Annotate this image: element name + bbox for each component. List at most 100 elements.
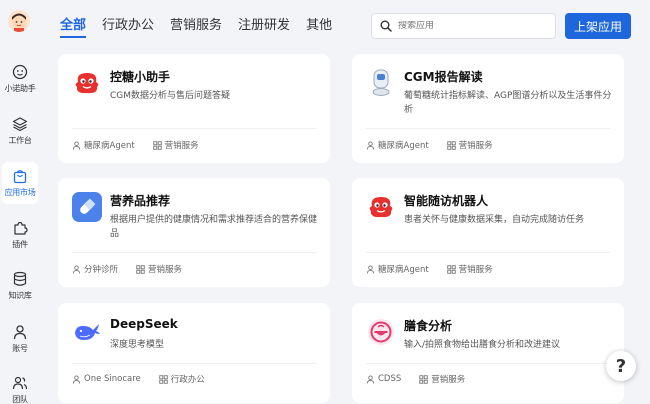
diet-bowl-icon: [368, 319, 394, 345]
whale-icon: [75, 324, 100, 340]
app-card[interactable]: 营养品推荐 根据用户提供的健康情况和需求推荐适合的营养保健品 分钟诊所 营销服务: [58, 178, 330, 287]
card-divider: [72, 128, 316, 129]
tab-marketing[interactable]: 营销服务: [170, 16, 222, 38]
tab-admin[interactable]: 行政办公: [102, 16, 154, 38]
grid-icon: [159, 374, 168, 384]
sidebar-item-label: 团队: [12, 395, 28, 404]
tag-label: CDSS: [378, 374, 402, 384]
search-input[interactable]: [398, 21, 548, 31]
app-description: CGM数据分析与售后问题答疑: [110, 91, 231, 101]
grid-icon: [419, 374, 429, 384]
grid-icon: [446, 264, 456, 274]
tab-other[interactable]: 其他: [306, 16, 332, 38]
sidebar-item-knowledge[interactable]: 知识库: [0, 271, 40, 301]
puzzle-icon: [14, 221, 28, 235]
help-button[interactable]: ?: [606, 351, 636, 381]
category-tag: 行政办公: [159, 373, 205, 385]
grid-icon: [446, 140, 456, 150]
sidebar-item-plugins[interactable]: 插件: [0, 220, 40, 250]
sidebar-item-account[interactable]: 账号: [0, 324, 40, 354]
app-title: 控糖小助手: [110, 70, 171, 84]
tab-all[interactable]: 全部: [60, 16, 87, 38]
sidebar-item-label: 插件: [12, 240, 28, 249]
card-tags: 糖尿病Agent 营销服务: [366, 139, 493, 151]
user-icon: [72, 374, 81, 384]
red-mascot-icon: [369, 197, 393, 218]
card-tags: 糖尿病Agent 营销服务: [366, 263, 493, 275]
user-icon: [366, 374, 375, 384]
card-divider: [72, 363, 316, 364]
tag-label: 营销服务: [431, 375, 466, 385]
app-card[interactable]: 智能随访机器人 患者关怀与健康数据采集，自动完成随访任务 糖尿病Agent 营销…: [352, 178, 624, 287]
user-icon: [72, 264, 81, 274]
card-tags: 糖尿病Agent 营销服务: [72, 139, 199, 151]
app-card[interactable]: CGM报告解读 葡萄糖统计指标解读、AGP图谱分析以及生活事件分析 糖尿病Age…: [352, 54, 624, 163]
tag-label: 分钟诊所: [84, 265, 119, 275]
sidebar-item-team[interactable]: 团队: [0, 375, 40, 404]
user-icon: [366, 264, 375, 274]
cgm-device-icon: [372, 69, 390, 96]
tag-label: 营销服务: [148, 265, 183, 275]
app-card[interactable]: 膳食分析 输入/拍照食物给出膳食分析和改进建议 CDSS 营销服务: [352, 303, 624, 403]
sidebar-item-label: 账号: [12, 344, 28, 353]
sidebar-item-workbench[interactable]: 工作台: [0, 116, 40, 146]
sidebar-item-label: 工作台: [8, 136, 32, 145]
capsule-icon: [72, 192, 102, 222]
grid-icon: [152, 140, 162, 150]
sidebar-item-label: 小诺助手: [4, 84, 36, 93]
card-tags: One Sinocare 行政办公: [72, 373, 205, 385]
avatar[interactable]: [8, 10, 30, 32]
publish-app-button[interactable]: 上架应用: [565, 13, 631, 39]
app-card[interactable]: 控糖小助手 CGM数据分析与售后问题答疑 糖尿病Agent 营销服务: [58, 54, 330, 163]
tag-label: 营销服务: [164, 141, 199, 151]
category-tag: 营销服务: [152, 139, 199, 151]
database-icon: [13, 271, 27, 286]
sidebar-item-app-market[interactable]: 应用市场: [2, 162, 38, 204]
app-title: DeepSeek: [110, 317, 178, 331]
tab-rnd[interactable]: 注册研发: [238, 16, 290, 38]
sidebar-item-label: 应用市场: [4, 188, 36, 197]
red-mascot-icon: [75, 73, 99, 94]
tag-label: 行政办公: [170, 375, 205, 385]
category-tag: 营销服务: [419, 373, 465, 385]
category-tag: One Sinocare: [72, 373, 141, 385]
tag-label: 糖尿病Agent: [378, 141, 429, 151]
user-icon: [13, 325, 27, 340]
tag-label: 营销服务: [458, 141, 493, 151]
grid-icon: [136, 264, 145, 274]
app-title: 膳食分析: [404, 319, 453, 333]
tag-label: 糖尿病Agent: [378, 265, 429, 275]
category-tag: 营销服务: [136, 263, 182, 275]
category-tag: 营销服务: [446, 139, 493, 151]
smile-bot-icon: [12, 64, 28, 80]
card-divider: [366, 252, 610, 253]
card-tags: 分钟诊所 营销服务: [72, 263, 182, 275]
category-tag: 营销服务: [446, 263, 493, 275]
search-box[interactable]: [371, 13, 556, 39]
sidebar: 小诺助手 工作台 应用市场 插件 知识库 账号 团队: [0, 0, 40, 404]
user-icon: [72, 140, 81, 150]
team-icon: [12, 376, 28, 390]
category-tag: 分钟诊所: [72, 263, 118, 275]
app-title: CGM报告解读: [404, 70, 483, 84]
card-divider: [366, 128, 610, 129]
app-description: 输入/拍照食物给出膳食分析和改进建议: [404, 340, 561, 350]
card-divider: [72, 252, 316, 253]
category-tag: CDSS: [366, 373, 401, 385]
tag-label: One Sinocare: [84, 374, 141, 384]
card-divider: [366, 363, 610, 364]
user-icon: [366, 140, 375, 150]
category-tag: 糖尿病Agent: [72, 139, 135, 151]
app-description: 葡萄糖统计指标解读、AGP图谱分析以及生活事件分析: [404, 91, 612, 115]
app-description: 深度思考模型: [110, 340, 165, 350]
app-card[interactable]: DeepSeek 深度思考模型 One Sinocare 行政办公: [58, 303, 330, 403]
sidebar-item-label: 知识库: [8, 291, 32, 300]
tag-label: 糖尿病Agent: [84, 141, 135, 151]
avatar-icon: [12, 13, 26, 32]
tag-label: 营销服务: [458, 265, 493, 275]
card-tags: CDSS 营销服务: [366, 373, 465, 385]
sidebar-item-assistant[interactable]: 小诺助手: [0, 64, 40, 94]
category-tag: 糖尿病Agent: [366, 263, 429, 275]
layers-icon: [12, 117, 28, 132]
app-description: 患者关怀与健康数据采集，自动完成随访任务: [404, 215, 585, 225]
